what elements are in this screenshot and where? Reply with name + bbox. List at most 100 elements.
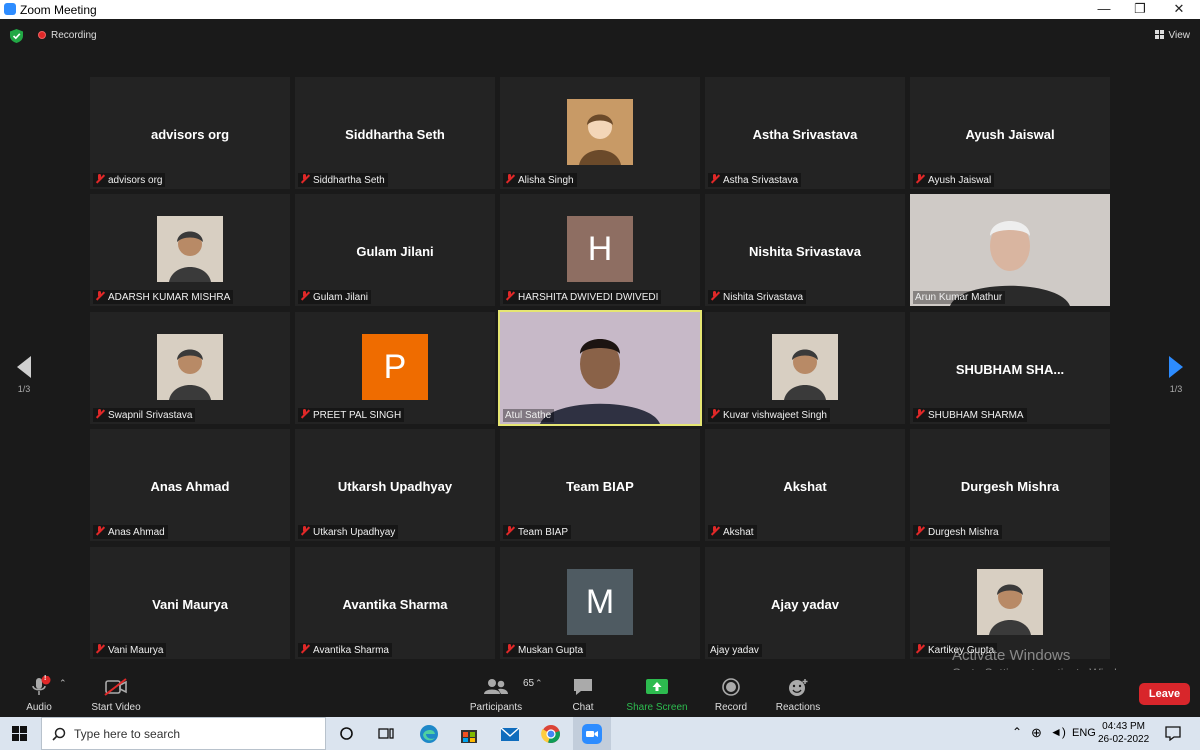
reactions-button[interactable]: Reactions <box>774 676 822 713</box>
leave-button[interactable]: Leave <box>1139 683 1190 705</box>
recording-indicator[interactable]: Recording <box>34 27 103 45</box>
share-screen-button[interactable]: Share Screen <box>625 676 689 713</box>
participant-tile[interactable]: Kartikey Gupta <box>910 547 1110 659</box>
participant-tile[interactable]: Anas Ahmad Anas Ahmad <box>90 429 290 541</box>
zoom-taskbar-item[interactable] <box>573 717 611 750</box>
chevron-left-icon <box>17 356 31 378</box>
audio-alert-badge: ! <box>44 675 47 682</box>
participant-tile[interactable]: M Muskan Gupta <box>500 547 700 659</box>
participant-tile[interactable]: Vani Maurya Vani Maurya <box>90 547 290 659</box>
language-indicator[interactable]: ENG <box>1072 727 1096 739</box>
chrome-icon[interactable] <box>540 723 562 745</box>
participant-tile[interactable]: Nishita Srivastava Nishita Srivastava <box>705 194 905 306</box>
participant-tile[interactable]: Atul Sathe <box>498 310 702 426</box>
edge-browser-icon[interactable] <box>418 723 440 745</box>
participant-tile[interactable]: Siddhartha Seth Siddhartha Seth <box>295 77 495 189</box>
participant-tile[interactable]: Ayush Jaiswal Ayush Jaiswal <box>910 77 1110 189</box>
photo-avatar <box>772 334 838 400</box>
participant-tile[interactable]: Team BIAP Team BIAP <box>500 429 700 541</box>
participant-tile[interactable]: Avantika Sharma Avantika Sharma <box>295 547 495 659</box>
participant-tile[interactable]: Alisha Singh <box>500 77 700 189</box>
participant-tile[interactable]: Akshat Akshat <box>705 429 905 541</box>
muted-mic-icon <box>505 291 514 301</box>
window-title: Zoom Meeting <box>20 3 97 17</box>
participant-name: Akshat <box>723 527 754 538</box>
participant-name: Anas Ahmad <box>108 527 165 538</box>
previous-page-button[interactable]: 1/3 <box>14 356 34 394</box>
muted-mic-icon <box>505 526 514 536</box>
view-button[interactable]: View <box>1154 27 1190 45</box>
chat-button[interactable]: Chat <box>568 676 598 713</box>
watermark-title: Activate Windows <box>952 647 1071 664</box>
participants-options-chevron-icon[interactable]: ⌃ <box>535 678 543 689</box>
initial-avatar: P <box>362 334 428 400</box>
network-globe-icon[interactable]: ⊕ <box>1031 725 1042 741</box>
taskbar-search-box[interactable]: Type here to search <box>41 717 326 750</box>
muted-mic-icon <box>300 174 309 184</box>
share-screen-icon <box>646 679 668 694</box>
participant-tile[interactable]: Swapnil Srivastava <box>90 312 290 424</box>
participant-tile[interactable]: SHUBHAM SHA... SHUBHAM SHARMA <box>910 312 1110 424</box>
participant-name-label: Muskan Gupta <box>503 643 587 657</box>
participant-display-name: Anas Ahmad <box>150 479 230 494</box>
participant-tile[interactable]: ADARSH KUMAR MISHRA <box>90 194 290 306</box>
minimize-button[interactable]: — <box>1087 0 1121 19</box>
audio-button[interactable]: ! Audio <box>22 675 56 713</box>
volume-icon[interactable]: ◄) <box>1050 725 1066 739</box>
initial-avatar: M <box>567 569 633 635</box>
participant-tile[interactable]: P PREET PAL SINGH <box>295 312 495 424</box>
participant-tile[interactable]: Gulam Jilani Gulam Jilani <box>295 194 495 306</box>
participant-name-label: Arun Kumar Mathur <box>913 291 1006 304</box>
participant-name-label: HARSHITA DWIVEDI DWIVEDI <box>503 290 662 304</box>
microsoft-store-icon[interactable] <box>458 723 480 745</box>
participant-name-label: Vani Maurya <box>93 643 167 657</box>
participant-tile[interactable]: advisors org advisors org <box>90 77 290 189</box>
search-icon <box>52 727 66 741</box>
participant-tile[interactable]: H HARSHITA DWIVEDI DWIVEDI <box>500 194 700 306</box>
participants-count: 65 <box>523 678 535 689</box>
security-shield-icon[interactable] <box>10 29 23 43</box>
grid-view-icon <box>1154 30 1164 39</box>
participant-name-label: Gulam Jilani <box>298 290 372 304</box>
page-indicator-left: 1/3 <box>17 384 31 394</box>
close-button[interactable]: ✕ <box>1162 0 1196 19</box>
recording-dot-icon <box>38 31 46 39</box>
participant-video-feed <box>910 194 1110 306</box>
task-view-icon[interactable] <box>378 726 394 741</box>
participant-display-name: Astha Srivastava <box>752 127 858 142</box>
notification-center-icon[interactable] <box>1165 726 1181 741</box>
muted-mic-icon <box>710 409 719 419</box>
participant-tile[interactable]: Durgesh Mishra Durgesh Mishra <box>910 429 1110 541</box>
initial-avatar: H <box>567 216 633 282</box>
chat-icon <box>574 679 592 695</box>
muted-mic-icon <box>95 174 104 184</box>
participant-display-name: Nishita Srivastava <box>748 244 861 259</box>
participant-name: Muskan Gupta <box>518 645 584 656</box>
participant-tile[interactable]: Ajay yadav Ajay yadav <box>705 547 905 659</box>
participant-tile[interactable]: Utkarsh Upadhyay Utkarsh Upadhyay <box>295 429 495 541</box>
zoom-app-icon <box>4 3 16 15</box>
participant-tile[interactable]: Arun Kumar Mathur <box>910 194 1110 306</box>
audio-options-chevron-icon[interactable]: ⌃ <box>59 678 67 689</box>
start-video-button[interactable]: Start Video <box>86 676 146 713</box>
restore-button[interactable]: ❐ <box>1123 0 1157 19</box>
clock-date: 26-02-2022 <box>1098 734 1150 745</box>
reactions-smiley-icon <box>789 679 808 696</box>
muted-mic-icon <box>300 409 309 419</box>
windows-start-icon[interactable] <box>12 726 27 741</box>
participant-tile[interactable]: Kuvar vishwajeet Singh <box>705 312 905 424</box>
taskbar-clock[interactable]: 04:43 PM 26-02-2022 <box>1098 720 1149 746</box>
cortana-icon[interactable] <box>339 726 354 741</box>
participant-name: Avantika Sharma <box>313 645 389 656</box>
participant-tile[interactable]: Astha Srivastava Astha Srivastava <box>705 77 905 189</box>
next-page-button[interactable]: 1/3 <box>1166 356 1186 394</box>
participant-display-name: Siddhartha Seth <box>345 127 445 142</box>
muted-mic-icon <box>915 644 924 654</box>
record-button[interactable]: Record <box>714 676 748 713</box>
participants-button[interactable]: 65 Participants <box>466 676 534 713</box>
participant-name-label: Siddhartha Seth <box>298 173 388 187</box>
mail-icon[interactable] <box>499 723 521 745</box>
tray-overflow-chevron-icon[interactable]: ⌃ <box>1012 725 1022 739</box>
photo-avatar <box>157 334 223 400</box>
participant-name: Nishita Srivastava <box>723 292 804 303</box>
